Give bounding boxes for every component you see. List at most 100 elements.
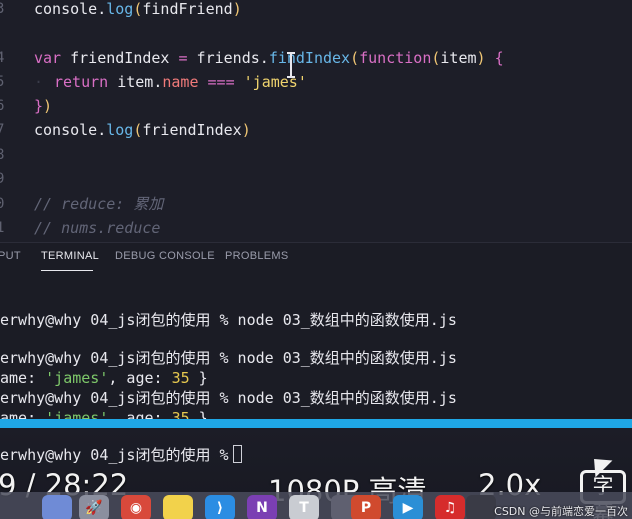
code-line[interactable] (0, 21, 632, 45)
line-number: 1 (0, 220, 5, 236)
code-line[interactable]: 3 console.log(findFriend) (0, 0, 632, 21)
tab-terminal[interactable]: TERMINAL (41, 250, 99, 262)
code-token: ) (476, 49, 486, 67)
dock-icon-player-icon[interactable]: ▶ (393, 495, 423, 519)
dock-icon-notes-icon[interactable] (163, 495, 193, 519)
line-number: 3 (0, 1, 5, 17)
terminal-token: } (189, 369, 208, 387)
code-text: }) (34, 94, 52, 118)
code-token: friendIndex (142, 121, 242, 139)
panel-tab-bar: PUT TERMINAL DEBUG CONSOLE PROBLEMS (0, 242, 632, 272)
code-token: // reduce: 累加 (34, 195, 164, 213)
terminal-token: , age: (108, 409, 172, 419)
code-line[interactable]: 9 (0, 167, 632, 191)
code-token: log (106, 121, 134, 139)
code-token: console. (34, 0, 107, 18)
dock-icon-netease-music-icon[interactable]: ♫ (435, 495, 465, 519)
code-text: var friendIndex = friends.findIndex(func… (34, 46, 504, 70)
code-token: function (359, 49, 432, 67)
terminal-token: erwhy@why 04_js闭包的使用 % node 03_数组中的函数使用.… (0, 389, 457, 407)
code-text: // reduce: 累加 (34, 192, 163, 216)
terminal-token: 35 (171, 369, 190, 387)
dock-icon-onenote-icon[interactable]: N (247, 495, 277, 519)
dock-icon-typora-icon[interactable]: T (289, 495, 319, 519)
code-line[interactable]: 1 // nums.reduce (0, 216, 632, 240)
code-token: ( (350, 49, 360, 67)
tab-problems[interactable]: PROBLEMS (225, 250, 289, 262)
terminal-line: erwhy@why 04_js闭包的使用 % node 03_数组中的函数使用.… (0, 348, 457, 368)
code-token: ) (232, 0, 242, 18)
indent-guide: · (34, 73, 44, 91)
code-text: console.log(findFriend) (34, 0, 242, 21)
terminal-token: 'james' (45, 369, 109, 387)
code-token: === (207, 73, 235, 91)
code-token: findIndex (268, 49, 351, 67)
terminal-token: 'james' (45, 409, 109, 419)
code-line[interactable]: 5 · return item.name === 'james' (0, 70, 632, 94)
code-token: } (34, 97, 44, 115)
line-number: 5 (0, 74, 5, 90)
tab-debug-console[interactable]: DEBUG CONSOLE (115, 250, 215, 262)
code-line[interactable]: 4 var friendIndex = friends.findIndex(fun… (0, 46, 632, 70)
terminal-output[interactable]: erwhy@why 04_js闭包的使用 % node 03_数组中的函数使用.… (0, 272, 632, 419)
dock-icon-unknown-icon[interactable] (466, 495, 496, 519)
terminal-token: erwhy@why 04_js闭包的使用 % node 03_数组中的函数使用.… (0, 349, 457, 367)
code-token: ) (241, 121, 251, 139)
code-token: item (440, 49, 477, 67)
line-number: 6 (0, 98, 5, 114)
terminal-line: ame: 'james', age: 35 } (0, 368, 208, 388)
code-token: return (54, 73, 109, 91)
code-token: friends. (187, 49, 269, 67)
dock-icon-finder-icon[interactable] (42, 495, 72, 519)
code-line[interactable]: 6}) (0, 94, 632, 118)
dock-icon-launchpad-icon[interactable]: 🚀 (79, 495, 109, 519)
terminal-caret (232, 445, 242, 463)
terminal-line: erwhy@why 04_js闭包的使用 % node 03_数组中的函数使用.… (0, 310, 457, 330)
tab-output[interactable]: PUT (0, 250, 21, 262)
line-number: 0 (0, 196, 5, 212)
terminal-token: 35 (171, 409, 190, 419)
code-token: friendIndex (61, 49, 179, 67)
terminal-line: ame: 'james', age: 35 } (0, 408, 208, 419)
line-number: 9 (0, 171, 5, 187)
code-token: name (162, 73, 199, 91)
code-line[interactable]: 8 (0, 143, 632, 167)
code-text: console.log(friendIndex) (34, 118, 251, 142)
video-progress-bar[interactable] (0, 419, 632, 428)
terminal-prompt-line[interactable]: erwhy@why 04_js闭包的使用 % (0, 444, 242, 466)
dock-icon-vscode-icon[interactable]: ⟩ (205, 495, 235, 519)
code-token: ) (43, 97, 53, 115)
code-token: console. (34, 121, 107, 139)
code-token: 'james' (243, 73, 307, 91)
code-line[interactable]: 7 console.log(friendIndex) (0, 118, 632, 142)
terminal-prompt: erwhy@why 04_js闭包的使用 % (0, 446, 229, 464)
terminal-token: erwhy@why 04_js闭包的使用 % node 03_数组中的函数使用.… (0, 311, 457, 329)
terminal-line: erwhy@why 04_js闭包的使用 % node 03_数组中的函数使用.… (0, 388, 457, 408)
code-token: item. (108, 73, 163, 91)
code-token: findFriend (142, 0, 233, 18)
code-text: // nums.reduce (34, 216, 160, 240)
terminal-token: ame: (0, 369, 46, 387)
code-text: · return item.name === 'james' (34, 70, 307, 94)
line-number: 4 (0, 50, 5, 66)
code-token: = (178, 49, 188, 67)
code-token: var (34, 49, 62, 67)
dock-icon-powerpoint-icon[interactable]: P (351, 495, 381, 519)
code-token: log (106, 0, 134, 18)
terminal-token: , age: (108, 369, 172, 387)
active-tab-indicator (41, 270, 93, 271)
code-editor[interactable]: 3 console.log(findFriend) 4 var friendIndex… (0, 0, 632, 242)
code-token: // nums.reduce (34, 219, 161, 237)
dock-icon-chrome-icon[interactable]: ◉ (121, 495, 151, 519)
line-number: 8 (0, 147, 5, 163)
code-line[interactable]: 0 // reduce: 累加 (0, 192, 632, 216)
terminal-token: } (189, 409, 208, 419)
line-number: 7 (0, 122, 5, 138)
text-cursor-icon (287, 52, 295, 78)
watermark: CSDN @与前端恋爱一百次 (494, 505, 628, 518)
code-token: { (494, 49, 504, 67)
terminal-token: ame: (0, 409, 46, 419)
